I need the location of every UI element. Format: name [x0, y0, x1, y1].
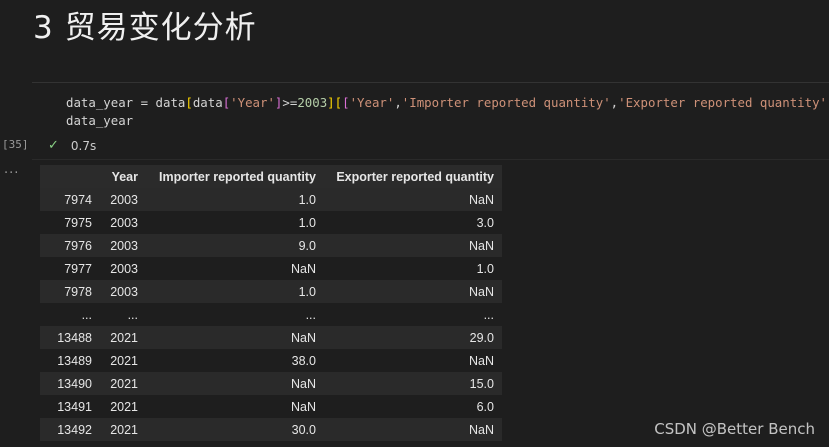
code-token: data [192, 95, 223, 110]
table-body: 7974 2003 1.0 NaN 7975 2003 1.0 3.0 7976 2003 9.0 N… [40, 188, 502, 441]
table-row: 7977 2003 NaN 1.0 [40, 257, 502, 280]
table-cell: NaN [468, 238, 494, 253]
row-index: 13492 [57, 422, 92, 437]
table-cell: NaN [290, 261, 316, 276]
column-header: Importer reported quantity [146, 165, 324, 188]
table-cell: NaN [468, 353, 494, 368]
table-row: 13489 2021 38.0 NaN [40, 349, 502, 372]
table-row: 7976 2003 9.0 NaN [40, 234, 502, 257]
table-cell: 2003 [110, 261, 138, 276]
execution-status: ✓ 0.7s [48, 138, 96, 153]
table-header-row: Year Importer reported quantity Exporter… [40, 165, 502, 188]
code-token: = [133, 95, 156, 110]
table-row: 7975 2003 1.0 3.0 [40, 211, 502, 234]
code-token: >= [282, 95, 298, 110]
table-cell: ... [305, 307, 316, 322]
table-row: 7974 2003 1.0 NaN [40, 188, 502, 211]
table-cell: 15.0 [469, 376, 494, 391]
row-index: 7976 [64, 238, 92, 253]
table-cell: NaN [290, 376, 316, 391]
markdown-heading: 3 贸易变化分析 [33, 10, 257, 46]
table-cell: 2021 [110, 330, 138, 345]
table-cell: 30.0 [291, 422, 316, 437]
code-token: [ [342, 95, 350, 110]
code-token: 'Year' [230, 95, 275, 110]
code-token: 'Exporter reported quantity' [618, 95, 828, 110]
row-index: 7978 [64, 284, 92, 299]
table-cell: 2021 [110, 353, 138, 368]
table-cell: 2003 [110, 215, 138, 230]
table-row: 13491 2021 NaN 6.0 [40, 395, 502, 418]
table-cell: 29.0 [469, 330, 494, 345]
table-cell: 2021 [110, 422, 138, 437]
column-header: Year [100, 165, 146, 188]
output-menu-button[interactable]: ... [4, 162, 19, 177]
table-cell: NaN [290, 330, 316, 345]
row-index: 13488 [57, 330, 92, 345]
notebook-page: 3 贸易变化分析 data_year = data[data['Year']>=… [0, 0, 829, 447]
table-cell: NaN [468, 284, 494, 299]
code-token: data [155, 95, 186, 110]
row-index: 7977 [64, 261, 92, 276]
row-index: 13489 [57, 353, 92, 368]
check-icon: ✓ [48, 138, 59, 153]
watermark: CSDN @Better Bench [654, 420, 815, 438]
row-index: ... [81, 307, 92, 322]
code-cell[interactable]: data_year = data[data['Year']>=2003][['Y… [32, 82, 829, 160]
code-token: data_year [66, 113, 134, 128]
code-token: 2003 [297, 95, 328, 110]
table-cell: 2021 [110, 376, 138, 391]
execution-time: 0.7s [70, 138, 97, 153]
row-index: 13490 [57, 376, 92, 391]
execution-count: [35] [2, 138, 29, 151]
table-row: ............ [40, 303, 502, 326]
table-cell: NaN [290, 399, 316, 414]
column-header: Exporter reported quantity [324, 165, 502, 188]
row-index: 7974 [64, 192, 92, 207]
table-cell: 1.0 [298, 192, 316, 207]
table-cell: 2021 [110, 399, 138, 414]
table-cell: 2003 [110, 192, 138, 207]
code-token: [ [185, 95, 193, 110]
table-cell: 9.0 [298, 238, 316, 253]
code-token: 'Importer reported quantity' [401, 95, 611, 110]
row-index: 13491 [57, 399, 92, 414]
table-cell: 38.0 [291, 353, 316, 368]
table-cell: 1.0 [298, 215, 316, 230]
table-cell: 1.0 [476, 261, 494, 276]
table-row: 13488 2021 NaN 29.0 [40, 326, 502, 349]
code-token: data_year [66, 95, 134, 110]
dataframe-table: Year Importer reported quantity Exporter… [40, 165, 502, 441]
table-cell: 2003 [110, 284, 138, 299]
table-cell: 2003 [110, 238, 138, 253]
table-cell: 6.0 [476, 399, 494, 414]
column-header [40, 165, 100, 188]
code-token: ] [327, 95, 335, 110]
code-editor[interactable]: data_year = data[data['Year']>=2003][['Y… [66, 94, 829, 130]
table-cell: ... [483, 307, 494, 322]
row-index: 7975 [64, 215, 92, 230]
table-cell: 1.0 [298, 284, 316, 299]
table-cell: ... [127, 307, 138, 322]
table-cell: NaN [468, 422, 494, 437]
code-token: 'Year' [349, 95, 395, 110]
code-token: , [394, 95, 402, 110]
code-token: [ [334, 95, 343, 110]
table-cell: 3.0 [476, 215, 494, 230]
table-cell: NaN [468, 192, 494, 207]
table-row: 13492 2021 30.0 NaN [40, 418, 502, 441]
table-row: 13490 2021 NaN 15.0 [40, 372, 502, 395]
table-row: 7978 2003 1.0 NaN [40, 280, 502, 303]
